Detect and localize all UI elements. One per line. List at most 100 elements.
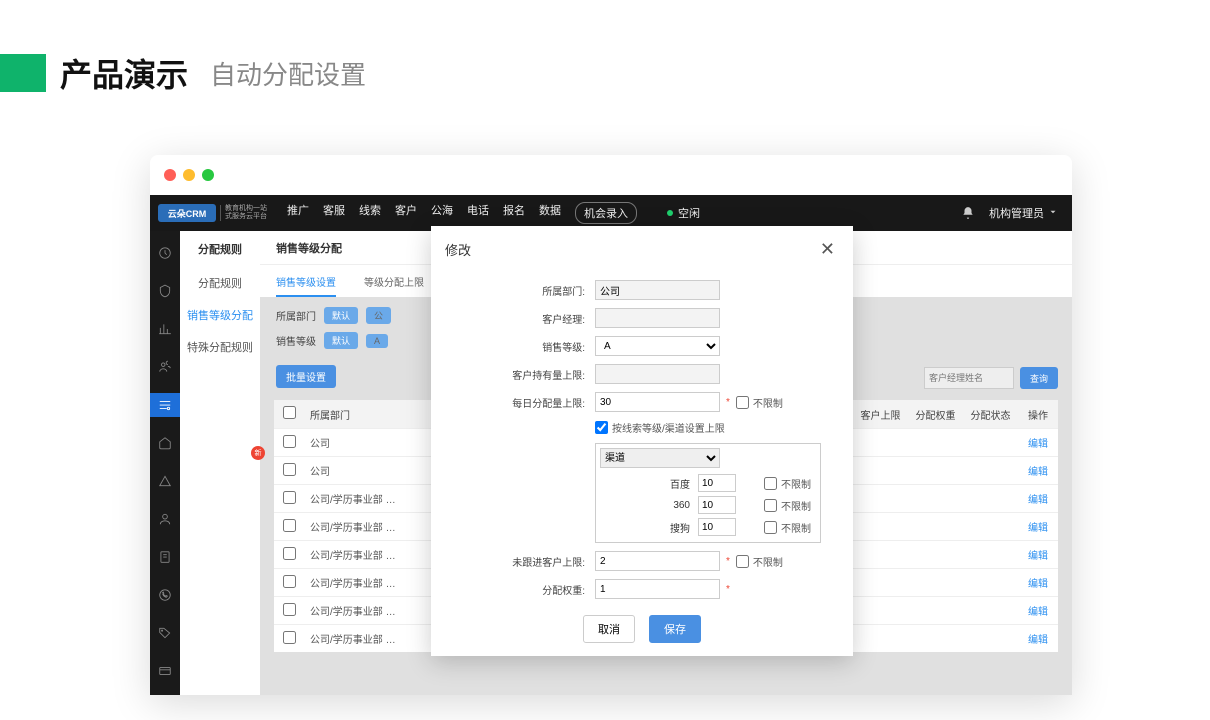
select-channel-type[interactable]: 渠道	[600, 448, 720, 468]
sidebar-item-rules[interactable]: 分配规则	[180, 267, 260, 299]
modal-header: 修改 ✕	[431, 226, 853, 272]
row-checkbox[interactable]	[283, 463, 296, 476]
row-checkbox[interactable]	[283, 631, 296, 644]
rail-triangle-icon[interactable]	[150, 469, 180, 493]
label-dept: 所属部门:	[445, 283, 595, 298]
rail-phone-icon[interactable]	[150, 583, 180, 607]
rail-users-icon[interactable]	[150, 355, 180, 379]
input-unfollow[interactable]	[595, 551, 720, 571]
status-text: 空闲	[678, 205, 700, 221]
rail-chart-icon[interactable]	[150, 317, 180, 341]
required-mark: *	[726, 556, 730, 567]
nav-item[interactable]: 电话	[467, 202, 489, 224]
channel-name: 搜狗	[630, 520, 690, 535]
nav-item[interactable]: 线索	[359, 202, 381, 224]
edit-link[interactable]: 编辑	[1018, 631, 1058, 646]
label-manager: 客户经理:	[445, 311, 595, 326]
nav-item[interactable]: 客服	[323, 202, 345, 224]
row-checkbox[interactable]	[283, 547, 296, 560]
rail-shield-icon[interactable]	[150, 279, 180, 303]
channel-box: 渠道 百度 不限制 360 不限制 搜狗 不限制	[595, 443, 821, 543]
modal-title: 修改	[445, 240, 471, 259]
row-checkbox[interactable]	[283, 519, 296, 532]
sidebar: 分配规则 分配规则 销售等级分配 特殊分配规则	[180, 231, 260, 695]
search-manager-input[interactable]	[924, 367, 1014, 389]
nav-item[interactable]: 客户	[395, 202, 417, 224]
edit-link[interactable]: 编辑	[1018, 547, 1058, 562]
filter-level-a[interactable]: A	[366, 334, 388, 348]
input-daily-limit[interactable]	[595, 392, 720, 412]
subtab-limit[interactable]: 等级分配上限	[364, 274, 424, 289]
chk-unfollow-unlimited[interactable]: 不限制	[736, 554, 783, 569]
edit-link[interactable]: 编辑	[1018, 575, 1058, 590]
logo-icon: 云朵CRM	[158, 204, 216, 222]
edit-link[interactable]: 编辑	[1018, 435, 1058, 450]
channel-limit-input[interactable]	[698, 496, 736, 514]
status-indicator: 空闲	[667, 205, 700, 221]
chk-by-channel[interactable]: 按线索等级/渠道设置上限	[595, 420, 725, 435]
rail-card-icon[interactable]	[150, 659, 180, 683]
row-checkbox[interactable]	[283, 575, 296, 588]
modal-footer: 取消 保存	[431, 603, 853, 655]
sidebar-title: 分配规则	[180, 231, 260, 267]
rail-settings-icon[interactable]	[150, 393, 180, 417]
status-dot-icon	[667, 210, 673, 216]
channel-unlimited[interactable]: 不限制	[764, 498, 811, 513]
search-area: 查询	[924, 367, 1058, 389]
filter-dept-label: 所属部门	[276, 308, 316, 323]
select-level[interactable]: A	[595, 336, 720, 356]
edit-modal: 修改 ✕ 所属部门: 客户经理: 销售等级: A 客户持有量上限: 每日分配量上…	[431, 226, 853, 656]
edit-link[interactable]: 编辑	[1018, 463, 1058, 478]
search-button[interactable]: 查询	[1020, 367, 1058, 389]
label-daily-limit: 每日分配量上限:	[445, 395, 595, 410]
channel-unlimited[interactable]: 不限制	[764, 520, 811, 535]
col-weight: 分配权重	[908, 407, 963, 422]
rail-home-icon[interactable]	[150, 431, 180, 455]
sidebar-item-level[interactable]: 销售等级分配	[180, 299, 260, 331]
save-button[interactable]: 保存	[649, 615, 701, 643]
label-weight: 分配权重:	[445, 582, 595, 597]
subtab-level-setting[interactable]: 销售等级设置	[276, 274, 336, 297]
channel-limit-input[interactable]	[698, 474, 736, 492]
select-all-checkbox[interactable]	[283, 406, 296, 419]
label-hold-limit: 客户持有量上限:	[445, 367, 595, 382]
input-weight[interactable]	[595, 579, 720, 599]
filter-dept-company[interactable]: 公	[366, 307, 391, 324]
logo[interactable]: 云朵CRM 教育机构一站 式服务云平台	[150, 204, 275, 222]
nav-item[interactable]: 推广	[287, 202, 309, 224]
nav-item[interactable]: 数据	[539, 202, 561, 224]
row-checkbox[interactable]	[283, 603, 296, 616]
sidebar-item-special[interactable]: 特殊分配规则	[180, 331, 260, 363]
channel-row: 360 不限制	[600, 494, 816, 516]
col-dept: 所属部门	[304, 407, 404, 422]
close-icon[interactable]: ✕	[816, 236, 839, 262]
batch-set-button[interactable]: 批量设置	[276, 365, 336, 388]
rail-doc-icon[interactable]	[150, 545, 180, 569]
edit-link[interactable]: 编辑	[1018, 491, 1058, 506]
channel-row: 搜狗 不限制	[600, 516, 816, 538]
filter-level-default[interactable]: 默认	[324, 332, 358, 349]
filter-dept-default[interactable]: 默认	[324, 307, 358, 324]
close-dot[interactable]	[164, 169, 176, 181]
notification-badge[interactable]: 新	[251, 446, 265, 460]
nav-item[interactable]: 公海	[431, 202, 453, 224]
rail-person-icon[interactable]	[150, 507, 180, 531]
zoom-dot[interactable]	[202, 169, 214, 181]
filter-level-label: 销售等级	[276, 333, 316, 348]
nav-item[interactable]: 报名	[503, 202, 525, 224]
bell-icon[interactable]	[961, 206, 975, 220]
edit-link[interactable]: 编辑	[1018, 519, 1058, 534]
channel-limit-input[interactable]	[698, 518, 736, 536]
minimize-dot[interactable]	[183, 169, 195, 181]
rail-dashboard-icon[interactable]	[150, 241, 180, 265]
row-checkbox[interactable]	[283, 435, 296, 448]
chk-daily-unlimited[interactable]: 不限制	[736, 395, 783, 410]
row-checkbox[interactable]	[283, 491, 296, 504]
channel-unlimited[interactable]: 不限制	[764, 476, 811, 491]
rail-tag-icon[interactable]	[150, 621, 180, 645]
nav-pill-entry[interactable]: 机会录入	[575, 202, 637, 224]
cancel-button[interactable]: 取消	[583, 615, 635, 643]
page-header: 产品演示 自动分配设置	[0, 0, 1210, 126]
user-dropdown[interactable]: 机构管理员	[989, 205, 1058, 221]
edit-link[interactable]: 编辑	[1018, 603, 1058, 618]
